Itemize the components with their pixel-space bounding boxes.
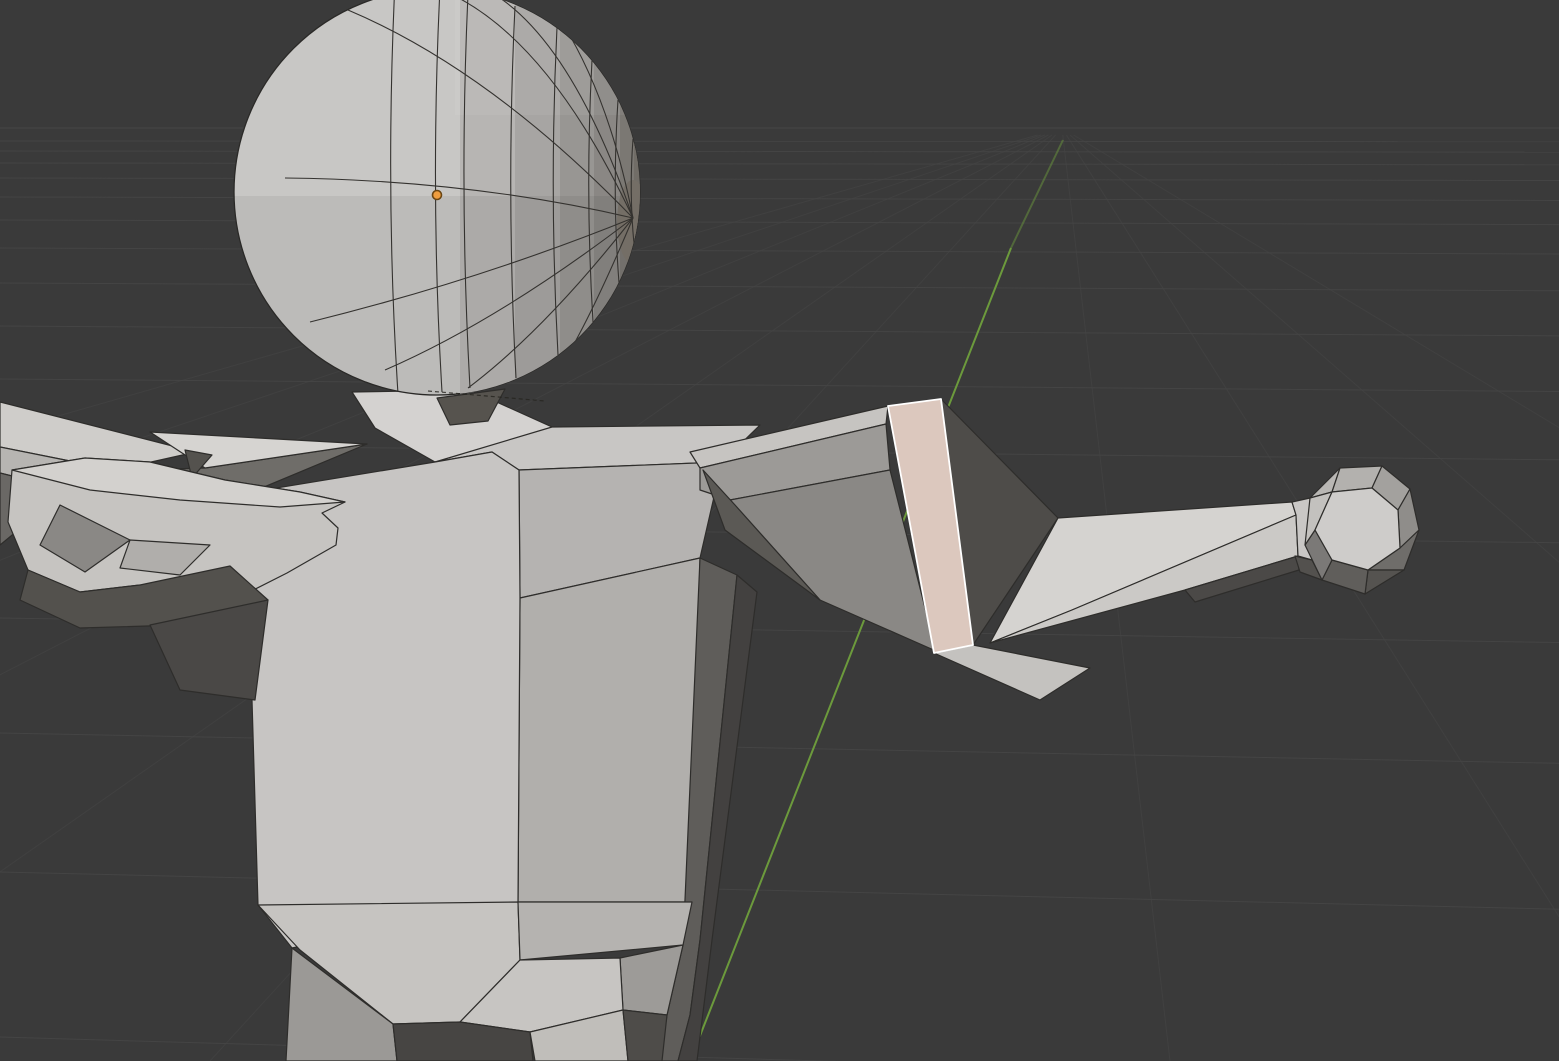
torso-mid-back	[518, 558, 700, 902]
right-leg-dark-edge	[623, 1010, 667, 1061]
origin-point-dot	[433, 191, 442, 200]
viewport-svg[interactable]	[0, 0, 1559, 1061]
blender-3d-viewport[interactable]	[0, 0, 1559, 1061]
torso-mesh	[252, 389, 760, 1061]
grid-horizontal-line	[0, 141, 1559, 142]
